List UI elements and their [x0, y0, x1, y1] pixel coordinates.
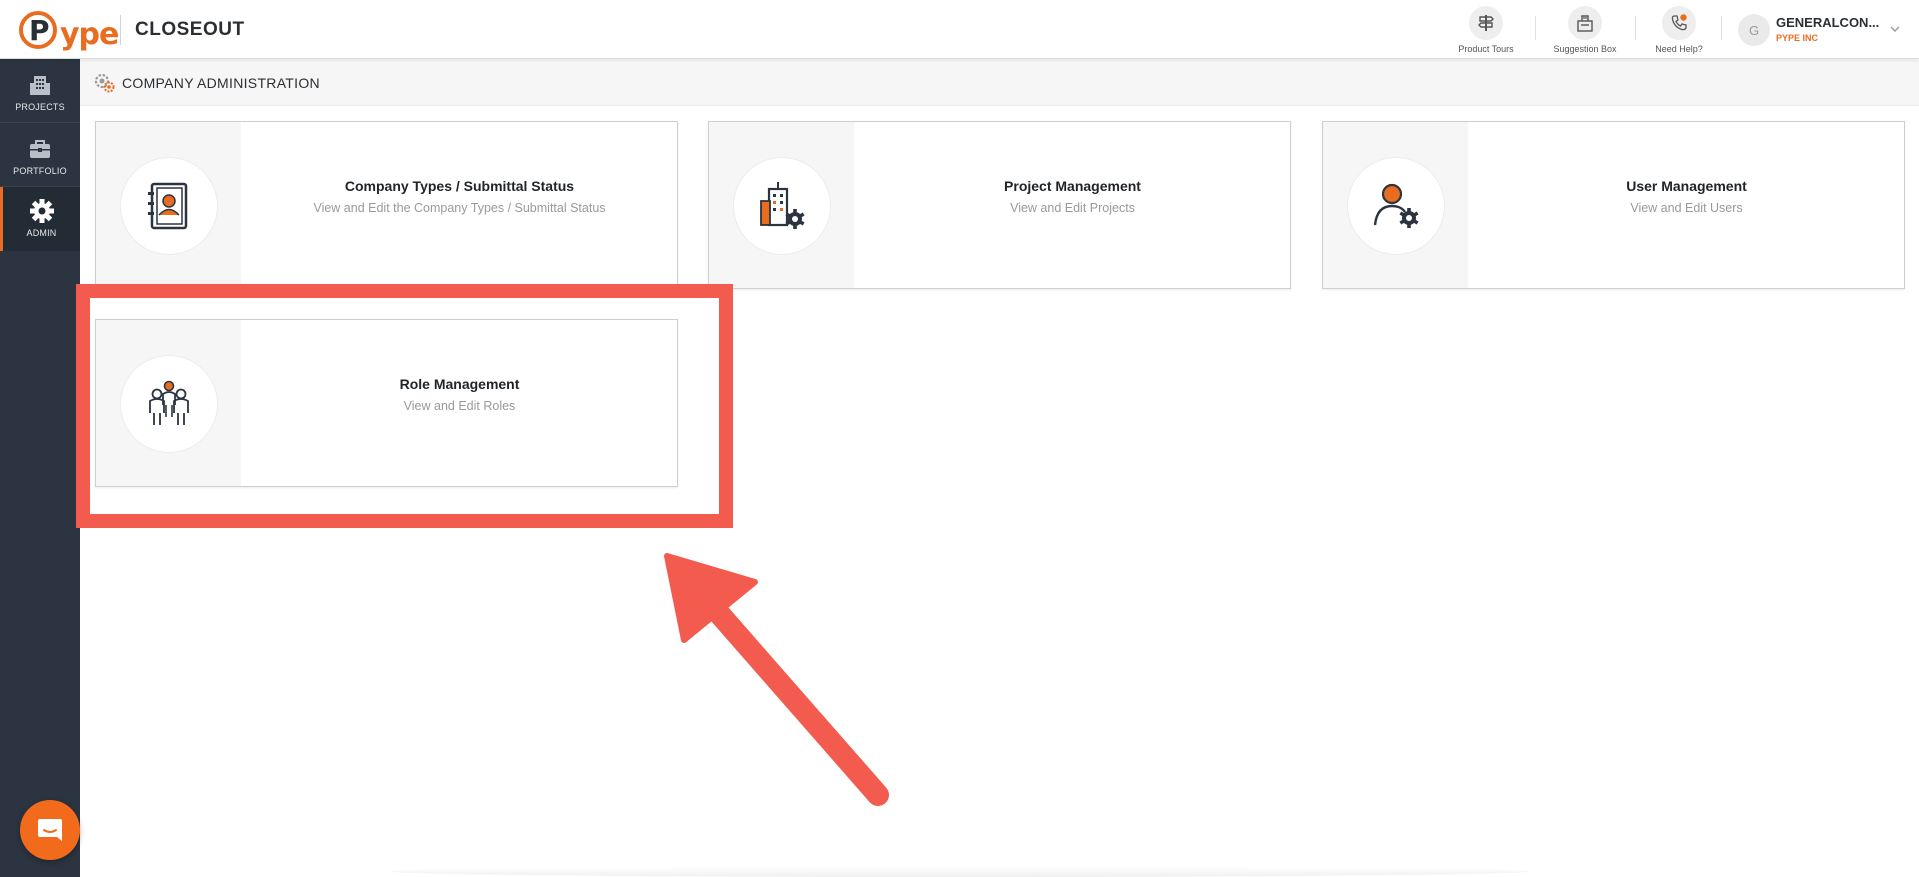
page-header: COMPANY ADMINISTRATION [80, 60, 1919, 106]
card-icon-panel [96, 122, 241, 288]
card-title: Project Management [1004, 178, 1141, 194]
card-description: View and Edit Users [1630, 201, 1743, 215]
tool-separator [1535, 16, 1536, 40]
logo-text: ype [60, 17, 119, 52]
card-title: User Management [1626, 178, 1747, 194]
top-header: P ype CLOSEOUT Product Tours Suggestion … [0, 0, 1919, 59]
annotation-arrow-icon [664, 553, 889, 806]
project-management-card[interactable]: Project Management View and Edit Project… [708, 121, 1291, 289]
user-management-card[interactable]: User Management View and Edit Users [1322, 121, 1905, 289]
card-icon-panel [1323, 122, 1468, 288]
address-book-icon [148, 182, 188, 230]
company-types-card[interactable]: Company Types / Submittal Status View an… [95, 121, 678, 289]
user-gear-icon [1373, 183, 1419, 228]
app-title: CLOSEOUT [135, 19, 245, 40]
card-title: Company Types / Submittal Status [344, 178, 575, 194]
page-title: COMPANY ADMINISTRATION [122, 75, 320, 91]
need-help-label: Need Help? [1655, 44, 1703, 54]
card-description: View and Edit the Company Types / Submit… [313, 201, 606, 215]
pype-logo[interactable]: P ype [18, 8, 119, 52]
card-icon-panel [709, 122, 854, 288]
card-icon-circle [120, 157, 218, 255]
sidebar-item-portfolio[interactable]: PORTFOLIO [0, 127, 80, 189]
signpost-icon [1478, 15, 1494, 31]
card-icon-circle [1347, 157, 1445, 255]
briefcase-icon [30, 140, 50, 158]
chat-icon [38, 819, 62, 841]
sidebar-item-label: PORTFOLIO [13, 166, 67, 176]
product-tours-button[interactable]: Product Tours [1441, 6, 1531, 56]
user-org: PYPE INC [1776, 33, 1819, 43]
sidebar-item-projects[interactable]: PROJECTS [0, 63, 80, 125]
building-gear-icon [760, 182, 805, 229]
need-help-button[interactable]: Need Help? [1634, 6, 1724, 56]
sidebar: PROJECTS PORTFOLIO ADMIN [0, 59, 80, 877]
building-icon [30, 76, 50, 95]
chat-launcher-button[interactable] [20, 800, 80, 860]
gear-icon [29, 199, 54, 223]
tool-separator [1721, 16, 1722, 40]
suggestion-box-icon [1577, 15, 1593, 32]
sidebar-separator [0, 122, 80, 123]
card-icon-circle [733, 157, 831, 255]
sidebar-item-admin[interactable]: ADMIN [0, 187, 80, 251]
chevron-down-icon[interactable] [1890, 24, 1900, 34]
suggestion-box-button[interactable]: Suggestion Box [1540, 6, 1630, 56]
user-name[interactable]: GENERALCON... [1776, 15, 1888, 30]
sidebar-item-label: PROJECTS [15, 102, 65, 112]
logo-divider [120, 15, 121, 45]
suggestion-box-label: Suggestion Box [1553, 44, 1617, 54]
avatar[interactable]: G [1738, 14, 1770, 46]
bottom-shadow [390, 866, 1530, 877]
card-description: View and Edit Projects [1010, 201, 1135, 215]
sidebar-item-label: ADMIN [26, 228, 57, 238]
svg-text:P: P [29, 14, 50, 47]
gears-icon [94, 73, 115, 93]
phone-help-icon [1671, 14, 1687, 31]
annotation-highlight-box [76, 284, 733, 528]
product-tours-label: Product Tours [1458, 44, 1514, 54]
